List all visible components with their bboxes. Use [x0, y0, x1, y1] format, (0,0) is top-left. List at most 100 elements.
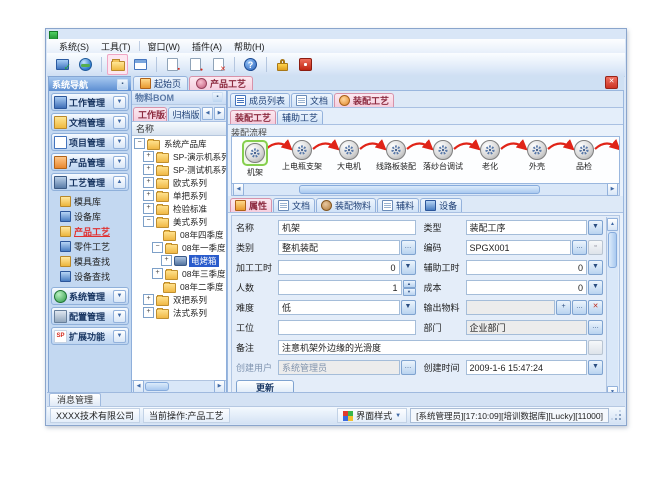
department-input[interactable]: 企业部门 — [466, 320, 588, 335]
menu-item[interactable]: 窗口(W) — [142, 40, 187, 53]
sidebar-group-extend-function[interactable]: SP扩展功能▼ — [51, 327, 129, 345]
type-input[interactable]: 装配工序 — [466, 220, 588, 235]
aux-hours-dropdown-icon[interactable]: ▼ — [588, 260, 603, 275]
chevron-down-icon[interactable]: ▼ — [113, 116, 126, 129]
code-ellipsis-button[interactable]: … — [572, 240, 587, 255]
tab-start-page[interactable]: 起始页 — [133, 76, 188, 90]
tree-node[interactable]: 08年二季度 — [132, 280, 226, 293]
scroll-thumb[interactable] — [299, 185, 540, 194]
chevron-up-icon[interactable]: ▲ — [113, 176, 126, 189]
create-time-input[interactable]: 2009-1-6 15:47:24 — [466, 360, 588, 375]
creator-ellipsis-button[interactable]: … — [401, 360, 416, 375]
chevron-down-icon[interactable]: ▼ — [113, 310, 126, 323]
tab-documents[interactable]: 文档 — [273, 198, 315, 212]
output-material-ellipsis-button[interactable]: … — [572, 300, 587, 315]
tree-node[interactable]: +08年三季度 — [132, 267, 226, 280]
tab-member-list[interactable]: 成员列表 — [230, 93, 290, 107]
scroll-left-icon[interactable]: ◀ — [233, 183, 244, 196]
pin-icon[interactable]: ▪ — [212, 92, 223, 103]
sidebar-group-project-management[interactable]: 项目管理▼ — [51, 133, 129, 151]
sidebar-group-product-management[interactable]: 产品管理▼ — [51, 153, 129, 171]
name-input[interactable]: 机架 — [278, 220, 416, 235]
tab-documents[interactable]: 文档 — [291, 93, 333, 107]
expand-icon[interactable]: + — [143, 294, 154, 305]
flow-horizontal-scrollbar[interactable]: ◀ ▶ — [231, 184, 620, 196]
spin-up-icon[interactable]: ▲ — [403, 280, 416, 288]
people-count-spinner[interactable]: ▲▼ — [403, 280, 416, 295]
message-tab[interactable]: 消息管理 — [49, 393, 101, 406]
type-dropdown-icon[interactable]: ▼ — [588, 220, 603, 235]
flow-node[interactable]: 老化 — [467, 140, 513, 172]
station-input[interactable] — [278, 320, 416, 335]
collapse-icon[interactable]: − — [152, 242, 163, 253]
flow-node[interactable]: 机架 — [232, 140, 278, 178]
chevron-down-icon[interactable]: ▼ — [113, 330, 126, 343]
exit-button[interactable] — [295, 54, 316, 75]
chevron-down-icon[interactable]: ▼ — [113, 136, 126, 149]
expand-icon[interactable]: + — [143, 307, 154, 318]
work-hours-dropdown-icon[interactable]: ▼ — [401, 260, 416, 275]
creator-input[interactable]: 系统管理员 — [278, 360, 400, 375]
tab-assembly-process[interactable]: 装配工艺 — [230, 110, 276, 124]
sidebar-group-system-management[interactable]: 系统管理▼ — [51, 287, 129, 305]
tab-working-version[interactable]: 工作版本 — [133, 107, 167, 121]
collapse-icon[interactable]: − — [143, 216, 154, 227]
report-new-button[interactable] — [162, 54, 183, 75]
difficulty-dropdown-icon[interactable]: ▼ — [401, 300, 416, 315]
menu-item[interactable]: 插件(A) — [186, 40, 228, 53]
form-vertical-scrollbar[interactable]: ▲ ▼ — [606, 217, 618, 393]
remark-expand-button[interactable] — [588, 340, 603, 355]
sidebar-pin-icon[interactable]: ▪ — [117, 79, 128, 90]
tab-scroll-right-icon[interactable]: ▶ — [214, 107, 225, 120]
people-count-input[interactable]: 1 — [278, 280, 402, 295]
cost-input[interactable]: 0 — [466, 280, 588, 295]
tree-node[interactable]: −08年一季度 — [132, 241, 226, 254]
expand-icon[interactable]: + — [143, 177, 154, 188]
globe-button[interactable] — [75, 54, 96, 75]
tab-archived-version[interactable]: 归档版本 — [168, 107, 202, 121]
tab-assembly-process[interactable]: 装配工艺 — [334, 93, 394, 107]
menu-item[interactable]: 系统(S) — [53, 40, 95, 53]
chevron-down-icon[interactable]: ▼ — [113, 290, 126, 303]
tree-node[interactable]: −系统产品库 — [132, 137, 226, 150]
help-button[interactable]: ? — [240, 54, 261, 75]
sidebar-group-work-management[interactable]: 工作管理▼ — [51, 93, 129, 111]
cost-dropdown-icon[interactable]: ▼ — [588, 280, 603, 295]
sidebar-group-process-management[interactable]: 工艺管理▲ — [51, 173, 129, 191]
tree-node[interactable]: +单把系列 — [132, 189, 226, 202]
open-folder-button[interactable] — [107, 54, 128, 75]
expand-icon[interactable]: + — [143, 151, 154, 162]
menu-item[interactable]: 工具(T) — [95, 40, 137, 53]
sidebar-item-device-search[interactable]: 设备查找 — [55, 269, 129, 283]
tree-node[interactable]: +SP-演示机系列 — [132, 150, 226, 163]
category-ellipsis-button[interactable]: … — [401, 240, 416, 255]
scroll-thumb[interactable] — [145, 382, 169, 391]
sidebar-item-mold-search[interactable]: 模具查找 — [55, 254, 129, 268]
report-view-button[interactable] — [185, 54, 206, 75]
scroll-right-icon[interactable]: ▶ — [607, 183, 618, 196]
flow-node[interactable]: 上电瓶支架 — [279, 140, 325, 172]
difficulty-input[interactable]: 低 — [278, 300, 400, 315]
lock-button[interactable] — [272, 54, 293, 75]
tree-node[interactable]: +电烤箱 — [132, 254, 226, 267]
tab-auxiliary-process[interactable]: 辅助工艺 — [277, 110, 323, 124]
flow-node[interactable]: 品检 — [561, 140, 607, 172]
tree-node[interactable]: +欧式系列 — [132, 176, 226, 189]
sidebar-item-mold-library[interactable]: 模具库 — [55, 194, 129, 208]
collapse-icon[interactable]: − — [134, 138, 145, 149]
output-material-clear-button[interactable]: ✕ — [588, 300, 603, 315]
report-close-button[interactable] — [208, 54, 229, 75]
flow-node[interactable]: 线路板装配 — [373, 140, 419, 172]
flow-node[interactable]: 大电机 — [326, 140, 372, 172]
tree-horizontal-scrollbar[interactable]: ◀ ▶ — [132, 380, 226, 392]
category-input[interactable]: 整机装配 — [278, 240, 400, 255]
output-material-add-button[interactable]: + — [556, 300, 571, 315]
sidebar-group-document-management[interactable]: 文档管理▼ — [51, 113, 129, 131]
work-hours-input[interactable]: 0 — [278, 260, 400, 275]
tree-node[interactable]: 08年四季度 — [132, 228, 226, 241]
expand-icon[interactable]: + — [152, 268, 163, 279]
sidebar-group-config-management[interactable]: 配置管理▼ — [51, 307, 129, 325]
expand-icon[interactable]: + — [143, 164, 154, 175]
sidebar-item-product-process[interactable]: 产品工艺 — [55, 224, 129, 238]
tab-assembly-materials[interactable]: 装配物料 — [316, 198, 376, 212]
